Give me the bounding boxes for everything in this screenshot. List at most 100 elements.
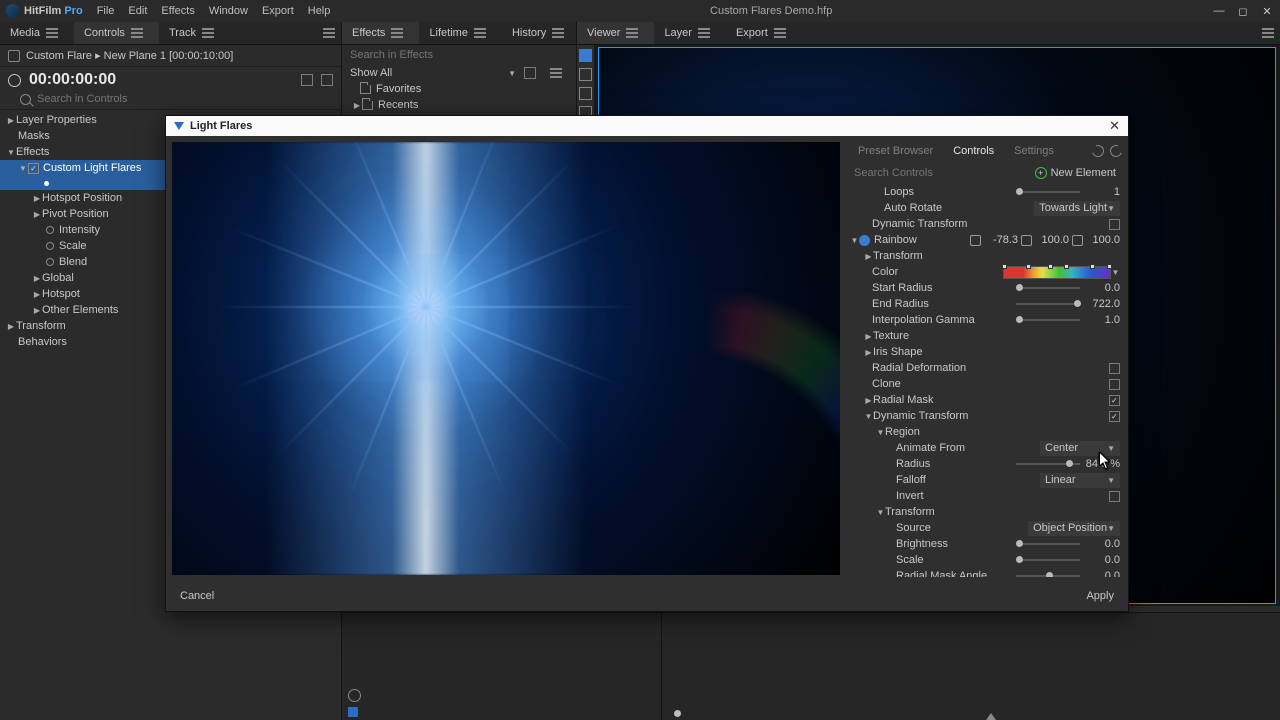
hamburger-icon[interactable] bbox=[552, 28, 564, 38]
redo-icon[interactable] bbox=[1108, 143, 1124, 159]
hamburger-icon[interactable] bbox=[626, 28, 638, 38]
prop-end-radius[interactable]: End Radius722.0 bbox=[848, 296, 1120, 312]
animate-from-dropdown[interactable]: Center▼ bbox=[1040, 441, 1120, 456]
menu-help[interactable]: Help bbox=[308, 5, 331, 17]
rotation-icon[interactable] bbox=[970, 235, 981, 246]
dialog-close-icon[interactable]: ✕ bbox=[1109, 118, 1120, 134]
tab-export-panel[interactable]: Export bbox=[726, 22, 802, 44]
checkbox-icon[interactable] bbox=[1109, 363, 1120, 374]
minimize-icon[interactable]: — bbox=[1212, 4, 1226, 18]
prop-animate-from[interactable]: Animate FromCenter▼ bbox=[848, 440, 1120, 456]
tab-layer[interactable]: Layer bbox=[654, 22, 726, 44]
tab-lifetime[interactable]: Lifetime bbox=[419, 22, 502, 44]
panel-menu-icon[interactable] bbox=[323, 28, 335, 38]
hamburger-icon[interactable] bbox=[202, 28, 214, 38]
fx-favorites[interactable]: Favorites bbox=[342, 81, 576, 97]
tab-history[interactable]: History bbox=[502, 22, 580, 44]
controls-search-input[interactable] bbox=[37, 93, 333, 105]
menu-window[interactable]: Window bbox=[209, 5, 248, 17]
prop-source[interactable]: SourceObject Position▼ bbox=[848, 520, 1120, 536]
falloff-dropdown[interactable]: Linear▼ bbox=[1040, 473, 1120, 488]
prop-interp-gamma[interactable]: Interpolation Gamma1.0 bbox=[848, 312, 1120, 328]
prop-radial-mask-angle[interactable]: Radial Mask Angle0.0 bbox=[848, 568, 1120, 577]
prop-start-radius[interactable]: Start Radius0.0 bbox=[848, 280, 1120, 296]
timeline-mode-icon[interactable] bbox=[348, 707, 358, 717]
prop-brightness[interactable]: Brightness0.0 bbox=[848, 536, 1120, 552]
menu-effects[interactable]: Effects bbox=[161, 5, 194, 17]
select-tool-icon[interactable] bbox=[579, 49, 592, 62]
checkbox-icon[interactable]: ✓ bbox=[28, 163, 39, 174]
checkbox-icon[interactable]: ✓ bbox=[1109, 411, 1120, 422]
prop-dynamic-transform[interactable]: ▼Dynamic Transform✓ bbox=[848, 408, 1120, 424]
hand-tool-icon[interactable] bbox=[579, 68, 592, 81]
apply-button[interactable]: Apply bbox=[1086, 590, 1114, 602]
panel-menu-icon[interactable] bbox=[1262, 28, 1274, 38]
prop-iris-shape[interactable]: ▶Iris Shape bbox=[848, 344, 1120, 360]
effects-search-input[interactable] bbox=[350, 49, 568, 61]
timeline-playhead-icon[interactable] bbox=[986, 713, 996, 720]
tab-settings[interactable]: Settings bbox=[1004, 145, 1064, 157]
gear-icon[interactable] bbox=[348, 689, 361, 702]
prop-region[interactable]: ▼Region bbox=[848, 424, 1120, 440]
prop-dynamic-transform-top[interactable]: Dynamic Transform bbox=[848, 216, 1120, 232]
text-tool-icon[interactable] bbox=[579, 87, 592, 100]
prop-scale[interactable]: Scale0.0 bbox=[848, 552, 1120, 568]
hamburger-icon[interactable] bbox=[131, 28, 143, 38]
auto-rotate-dropdown[interactable]: Towards Light▼ bbox=[1034, 201, 1120, 216]
hamburger-icon[interactable] bbox=[391, 28, 403, 38]
checkbox-icon[interactable] bbox=[1109, 379, 1120, 390]
keyframe-prev-icon[interactable] bbox=[301, 74, 313, 86]
source-dropdown[interactable]: Object Position▼ bbox=[1028, 521, 1120, 536]
flare-preview[interactable] bbox=[172, 142, 840, 575]
keyframe-dot-icon[interactable] bbox=[46, 258, 54, 266]
chevron-down-icon[interactable] bbox=[508, 67, 516, 79]
close-icon[interactable]: ✕ bbox=[1260, 4, 1274, 18]
tab-controls[interactable]: Controls bbox=[943, 145, 1004, 157]
timeline-marker[interactable] bbox=[674, 710, 681, 717]
color-gradient[interactable] bbox=[1003, 266, 1111, 279]
hamburger-icon[interactable] bbox=[698, 28, 710, 38]
menu-export[interactable]: Export bbox=[262, 5, 294, 17]
tab-effects[interactable]: Effects bbox=[342, 22, 419, 44]
hamburger-icon[interactable] bbox=[474, 28, 486, 38]
keyframe-next-icon[interactable] bbox=[321, 74, 333, 86]
tab-controls[interactable]: Controls bbox=[74, 22, 159, 44]
hamburger-icon[interactable] bbox=[774, 28, 786, 38]
tab-preset-browser[interactable]: Preset Browser bbox=[848, 145, 943, 157]
prop-radial-mask[interactable]: ▶Radial Mask✓ bbox=[848, 392, 1120, 408]
chevron-down-icon[interactable]: ▼ bbox=[1111, 268, 1120, 277]
prop-texture[interactable]: ▶Texture bbox=[848, 328, 1120, 344]
fx-recents[interactable]: Recents bbox=[342, 97, 576, 113]
prop-rainbow[interactable]: ▼Rainbow -78.3 100.0 100.0 bbox=[848, 232, 1120, 248]
prop-falloff[interactable]: FalloffLinear▼ bbox=[848, 472, 1120, 488]
tab-viewer[interactable]: Viewer bbox=[577, 22, 654, 44]
scale-icon[interactable] bbox=[1021, 235, 1032, 246]
prop-loops[interactable]: Loops1 bbox=[848, 184, 1120, 200]
dialog-title-bar[interactable]: Light Flares ✕ bbox=[166, 116, 1128, 136]
flare-search-input[interactable] bbox=[854, 167, 1035, 179]
prop-invert[interactable]: Invert bbox=[848, 488, 1120, 504]
keyframe-dot-icon[interactable] bbox=[46, 242, 54, 250]
visibility-icon[interactable] bbox=[859, 235, 870, 246]
sort-icon[interactable] bbox=[524, 67, 536, 79]
opacity-icon[interactable] bbox=[1072, 235, 1083, 246]
checkbox-icon[interactable]: ✓ bbox=[1109, 395, 1120, 406]
prop-auto-rotate[interactable]: Auto RotateTowards Light▼ bbox=[848, 200, 1120, 216]
tab-media[interactable]: Media bbox=[0, 22, 74, 44]
new-element-button[interactable]: +New Element bbox=[1035, 167, 1116, 179]
prop-clone[interactable]: Clone bbox=[848, 376, 1120, 392]
list-menu-icon[interactable] bbox=[550, 68, 562, 78]
prop-transform2[interactable]: ▼Transform bbox=[848, 504, 1120, 520]
menu-file[interactable]: File bbox=[97, 5, 115, 17]
maximize-icon[interactable]: ◻ bbox=[1236, 4, 1250, 18]
undo-icon[interactable] bbox=[1090, 143, 1106, 159]
cancel-button[interactable]: Cancel bbox=[180, 590, 214, 602]
menu-edit[interactable]: Edit bbox=[128, 5, 147, 17]
show-all-label[interactable]: Show All bbox=[350, 67, 392, 79]
keyframe-dot-icon[interactable] bbox=[46, 226, 54, 234]
checkbox-icon[interactable] bbox=[1109, 491, 1120, 502]
prop-transform[interactable]: ▶Transform bbox=[848, 248, 1120, 264]
prop-radial-deformation[interactable]: Radial Deformation bbox=[848, 360, 1120, 376]
tab-track[interactable]: Track bbox=[159, 22, 230, 44]
prop-color[interactable]: Color ▼ bbox=[848, 264, 1120, 280]
